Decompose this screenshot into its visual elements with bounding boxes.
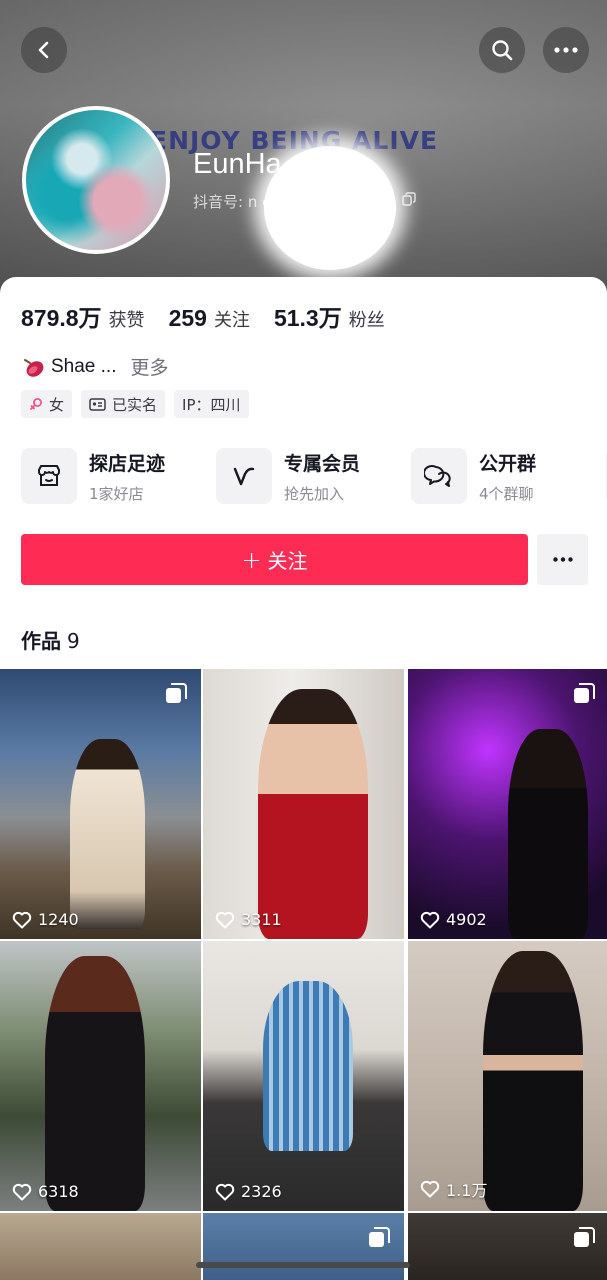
follow-row: + 关注 xyxy=(21,534,588,585)
profile-card: 879.8万 获赞 259 关注 51.3万 粉丝 Shae ... 更多 女 … xyxy=(0,277,607,1280)
more-dots-icon xyxy=(554,47,578,53)
id-card-icon xyxy=(89,397,106,411)
stat-followers[interactable]: 51.3万 粉丝 xyxy=(274,299,385,333)
heart-icon xyxy=(215,1183,235,1200)
tag-label: IP：四川 xyxy=(182,395,241,414)
post-likes: 3311 xyxy=(215,910,282,929)
profile-name: EunHa xyxy=(193,148,282,180)
post-tile[interactable]: 1.1万 xyxy=(408,941,607,1211)
service-icon-box xyxy=(216,448,272,504)
ip-location-tag: IP：四川 xyxy=(174,390,249,418)
follow-more-button[interactable] xyxy=(537,534,588,585)
multi-image-icon xyxy=(574,683,595,703)
group-chat-icon xyxy=(424,465,451,487)
post-likes: 4902 xyxy=(420,910,487,929)
more-options-button[interactable] xyxy=(543,27,589,73)
tag-label: 已实名 xyxy=(112,395,158,414)
post-thumbnail-figure xyxy=(70,739,145,929)
service-public-group[interactable]: 公开群 4个群聊 xyxy=(411,448,606,504)
tag-row: 女 已实名 IP：四川 xyxy=(21,390,258,418)
post-tile[interactable]: 1240 xyxy=(0,669,201,939)
sweet-potato-emoji-icon xyxy=(24,358,44,377)
redaction-blur xyxy=(264,146,396,270)
store-icon xyxy=(38,465,60,486)
service-title: 探店足迹 xyxy=(89,452,166,475)
post-likes: 2326 xyxy=(215,1182,282,1201)
search-button[interactable] xyxy=(479,27,525,73)
post-likes: 6318 xyxy=(12,1182,79,1201)
multi-image-icon xyxy=(369,1227,390,1247)
service-icon-box xyxy=(411,448,467,504)
stat-label: 粉丝 xyxy=(348,310,385,331)
likes-count: 2326 xyxy=(241,1182,282,1201)
post-thumbnail-figure xyxy=(508,729,588,939)
heart-icon xyxy=(12,1183,32,1200)
service-subtitle: 抢先加入 xyxy=(284,484,345,503)
back-button[interactable] xyxy=(21,27,67,73)
post-tile[interactable]: 4902 xyxy=(408,669,607,939)
post-thumbnail-figure xyxy=(258,689,368,939)
likes-count: 1240 xyxy=(38,910,79,929)
post-thumbnail-figure xyxy=(483,951,583,1211)
post-likes: 1240 xyxy=(12,910,79,929)
follow-label: 关注 xyxy=(267,549,308,573)
service-title: 专属会员 xyxy=(284,452,361,475)
bio[interactable]: Shae ... 更多 xyxy=(21,353,169,380)
post-tile[interactable] xyxy=(203,1213,404,1280)
stat-value: 51.3万 xyxy=(273,305,342,331)
gender-tag: 女 xyxy=(21,390,73,418)
female-icon xyxy=(30,398,42,410)
works-count: 9 xyxy=(67,629,80,653)
follow-button[interactable]: + 关注 xyxy=(21,534,528,585)
tag-label: 女 xyxy=(49,395,65,414)
likes-count: 4902 xyxy=(446,910,487,929)
multi-image-icon xyxy=(166,683,187,703)
likes-count: 3311 xyxy=(241,910,282,929)
vip-icon xyxy=(233,467,255,486)
service-subtitle: 1家好店 xyxy=(89,484,144,503)
stat-following[interactable]: 259 关注 xyxy=(169,305,250,332)
heart-icon xyxy=(215,911,235,928)
stat-label: 关注 xyxy=(213,310,250,331)
home-indicator[interactable] xyxy=(196,1262,410,1268)
avatar[interactable] xyxy=(22,106,170,254)
copy-icon[interactable] xyxy=(402,192,416,206)
stat-likes[interactable]: 879.8万 获赞 xyxy=(21,299,145,333)
post-tile[interactable] xyxy=(408,1213,607,1280)
heart-icon xyxy=(12,911,32,928)
chevron-left-icon xyxy=(38,41,49,59)
stat-label: 获赞 xyxy=(108,310,145,331)
works-tab[interactable]: 作品 9 xyxy=(21,625,80,654)
bio-more-link[interactable]: 更多 xyxy=(131,353,169,380)
services-row: 探店足迹 1家好店 专属会员 抢先加入 公开群 4个群聊 xyxy=(21,448,607,504)
plus-icon: + xyxy=(241,545,262,574)
post-thumbnail-figure xyxy=(45,956,145,1211)
likes-count: 1.1万 xyxy=(446,1181,488,1200)
post-tile[interactable] xyxy=(0,1213,201,1280)
more-dots-icon xyxy=(552,557,573,562)
post-likes: 1.1万 xyxy=(420,1177,487,1201)
stat-value: 259 xyxy=(168,305,207,331)
service-store-visits[interactable]: 探店足迹 1家好店 xyxy=(21,448,216,504)
stat-value: 879.8万 xyxy=(21,305,102,331)
post-tile[interactable]: 3311 xyxy=(203,669,404,939)
multi-image-icon xyxy=(574,1227,595,1247)
service-title: 公开群 xyxy=(479,452,537,475)
service-subtitle: 4个群聊 xyxy=(479,484,534,503)
verified-tag: 已实名 xyxy=(81,390,166,418)
service-icon-box xyxy=(21,448,77,504)
post-tile[interactable]: 2326 xyxy=(203,941,404,1211)
service-membership[interactable]: 专属会员 抢先加入 xyxy=(216,448,411,504)
bio-text: Shae ... xyxy=(51,355,117,377)
douyin-id: 抖音号: n e xyxy=(193,193,272,211)
post-thumbnail-figure xyxy=(263,981,353,1151)
heart-icon xyxy=(420,1180,440,1198)
likes-count: 6318 xyxy=(38,1182,79,1201)
stats-row: 879.8万 获赞 259 关注 51.3万 粉丝 xyxy=(21,299,409,333)
works-label: 作品 xyxy=(21,629,61,653)
post-tile[interactable]: 6318 xyxy=(0,941,201,1211)
search-icon xyxy=(492,40,513,61)
heart-icon xyxy=(420,911,440,928)
